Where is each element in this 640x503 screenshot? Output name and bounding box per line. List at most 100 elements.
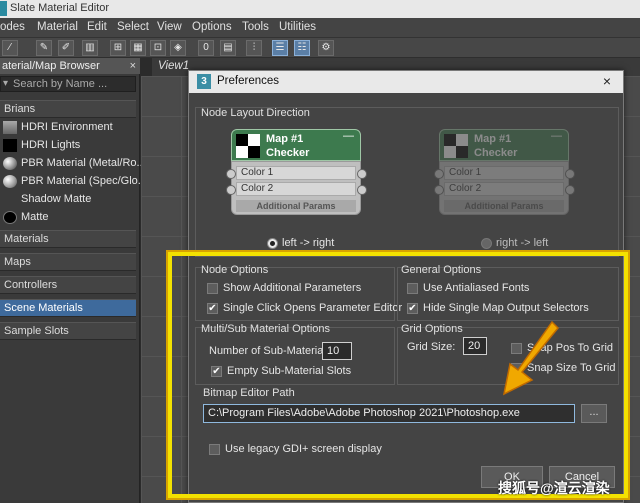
put-to-scene-button[interactable]: ✐ bbox=[58, 40, 74, 56]
shadow-matte-icon bbox=[3, 193, 17, 206]
browser-item-label: Matte bbox=[21, 211, 49, 223]
node-title: Map #1 bbox=[474, 133, 512, 145]
tab-view1[interactable]: View1 bbox=[158, 60, 189, 72]
brush-icon: ✐ bbox=[61, 42, 71, 53]
window-titlebar: Slate Material Editor bbox=[0, 0, 640, 18]
node-port-color2: Color 2 bbox=[444, 182, 564, 196]
node-additional-params: Additional Params bbox=[236, 200, 356, 212]
output-socket-icon bbox=[565, 185, 575, 195]
assign-material-button[interactable]: ✎ bbox=[36, 40, 52, 56]
dialog-titlebar: 3 Preferences × bbox=[189, 71, 623, 93]
node-port-color1: Color 1 bbox=[444, 166, 564, 180]
input-socket-icon bbox=[226, 169, 236, 179]
input-socket-icon bbox=[434, 169, 444, 179]
layout-left-right-radio[interactable] bbox=[267, 238, 278, 249]
output-socket-icon bbox=[357, 169, 367, 179]
window-title: Slate Material Editor bbox=[10, 2, 110, 14]
hdri-lights-icon bbox=[3, 139, 17, 152]
layout-vertical-icon: ☷ bbox=[297, 42, 307, 53]
group-controllers[interactable]: Controllers bbox=[0, 276, 136, 294]
show-map-button[interactable]: ⊡ bbox=[150, 40, 166, 56]
minimize-icon: — bbox=[551, 130, 562, 142]
layout-icon: ⫶ bbox=[252, 42, 256, 53]
browser-item-pbr-spec[interactable]: PBR Material (Spec/Glo... bbox=[0, 173, 147, 190]
nodes-icon: ⊞ bbox=[113, 42, 123, 53]
trash-icon: ▥ bbox=[85, 42, 95, 53]
browser-item-shadow-matte[interactable]: Shadow Matte bbox=[0, 191, 136, 208]
node-layout-caption: Node Layout Direction bbox=[201, 107, 310, 119]
show-end-result-button[interactable]: 0 bbox=[198, 40, 214, 56]
checker-icon bbox=[236, 134, 260, 158]
browser-item-label: PBR Material (Metal/Ro... bbox=[21, 157, 146, 169]
sample-icon: ▤ bbox=[223, 42, 233, 53]
browser-search-input[interactable]: ▾ Search by Name ... bbox=[0, 76, 136, 92]
node-header: Map #1 Checker — bbox=[439, 129, 569, 161]
node-header: Map #1 Checker — bbox=[231, 129, 361, 161]
app-icon bbox=[0, 1, 7, 16]
input-socket-icon bbox=[434, 185, 444, 195]
layout-vertical-button[interactable]: ☷ bbox=[294, 40, 310, 56]
checker-icon: ◈ bbox=[174, 42, 182, 53]
menu-select[interactable]: Select bbox=[117, 21, 149, 33]
move-children-button[interactable]: ⊞ bbox=[110, 40, 126, 56]
pattern-icon: ▦ bbox=[133, 42, 143, 53]
group-maps[interactable]: Maps bbox=[0, 253, 136, 271]
dialog-close-button[interactable]: × bbox=[603, 73, 611, 89]
node-port-color2: Color 2 bbox=[236, 182, 356, 196]
menu-edit[interactable]: Edit bbox=[87, 21, 107, 33]
browser-close-button[interactable]: × bbox=[130, 58, 136, 74]
options-icon: ⚙ bbox=[321, 42, 331, 53]
layout-all-icon: ☰ bbox=[275, 42, 285, 53]
input-socket-icon bbox=[226, 185, 236, 195]
node-subtitle: Checker bbox=[474, 147, 518, 159]
app-logo-icon: 3 bbox=[197, 74, 211, 89]
checker-icon bbox=[444, 134, 468, 158]
layout-children-button[interactable]: ⫶ bbox=[246, 40, 262, 56]
layout-right-left-radio[interactable] bbox=[481, 238, 492, 249]
browser-item-label: HDRI Lights bbox=[21, 139, 81, 151]
watermark: 搜狐号@渲云渲染 bbox=[498, 480, 610, 496]
node-body: Color 1 Color 2 Additional Params bbox=[439, 161, 569, 215]
group-brians[interactable]: Brians bbox=[0, 100, 136, 118]
layout-right-left-label: right -> left bbox=[496, 237, 549, 249]
group-sample-slots[interactable]: Sample Slots bbox=[0, 322, 136, 340]
layout-all-button[interactable]: ☰ bbox=[272, 40, 288, 56]
menu-material[interactable]: Material bbox=[37, 21, 78, 33]
parameter-editor-button[interactable]: ⚙ bbox=[318, 40, 334, 56]
dialog-title: Preferences bbox=[217, 75, 280, 87]
node-port-color1: Color 1 bbox=[236, 166, 356, 180]
show-background-button[interactable]: ◈ bbox=[170, 40, 186, 56]
zero-icon: 0 bbox=[203, 42, 209, 53]
dropper-icon: ✎ bbox=[39, 42, 49, 53]
menu-tools[interactable]: Tools bbox=[242, 21, 269, 33]
menu-view[interactable]: View bbox=[157, 21, 182, 33]
hdri-env-icon bbox=[3, 121, 17, 134]
toolbar: ⁄ ✎ ✐ ▥ ⊞ ▦ ⊡ ◈ 0 ▤ ⫶ ☰ ☷ ⚙ bbox=[0, 38, 640, 58]
material-id-button[interactable]: ▤ bbox=[220, 40, 236, 56]
browser-item-label: PBR Material (Spec/Glo... bbox=[21, 175, 147, 187]
hide-unused-button[interactable]: ▦ bbox=[130, 40, 146, 56]
grid-icon: ⊡ bbox=[153, 42, 163, 53]
delete-button[interactable]: ▥ bbox=[82, 40, 98, 56]
browser-item-label: Shadow Matte bbox=[21, 193, 92, 205]
group-scene-materials[interactable]: Scene Materials bbox=[0, 299, 136, 317]
group-materials[interactable]: Materials bbox=[0, 230, 136, 248]
node-preview-left: Map #1 Checker — Color 1 Color 2 Additio… bbox=[226, 129, 367, 215]
browser-item-pbr-metal[interactable]: PBR Material (Metal/Ro... bbox=[0, 155, 146, 172]
pick-material-button[interactable]: ⁄ bbox=[2, 40, 18, 56]
menu-options[interactable]: Options bbox=[192, 21, 232, 33]
browser-title: aterial/Map Browser bbox=[2, 60, 100, 72]
node-title: Map #1 bbox=[266, 133, 304, 145]
node-body: Color 1 Color 2 Additional Params bbox=[231, 161, 361, 215]
dropper-icon: ⁄ bbox=[9, 42, 11, 53]
menu-nodes[interactable]: odes bbox=[0, 21, 25, 33]
layout-left-right-label: left -> right bbox=[282, 237, 335, 249]
browser-item-matte[interactable]: Matte bbox=[0, 209, 136, 226]
sphere-icon bbox=[3, 175, 17, 188]
browser-item-label: HDRI Environment bbox=[21, 121, 113, 133]
menu-utilities[interactable]: Utilities bbox=[279, 21, 316, 33]
browser-item-hdri-lights[interactable]: HDRI Lights bbox=[0, 137, 136, 154]
node-preview-right: Map #1 Checker — Color 1 Color 2 Additio… bbox=[434, 129, 575, 215]
chevron-down-icon: ▾ bbox=[3, 78, 9, 89]
browser-item-hdri-environment[interactable]: HDRI Environment bbox=[0, 119, 136, 136]
